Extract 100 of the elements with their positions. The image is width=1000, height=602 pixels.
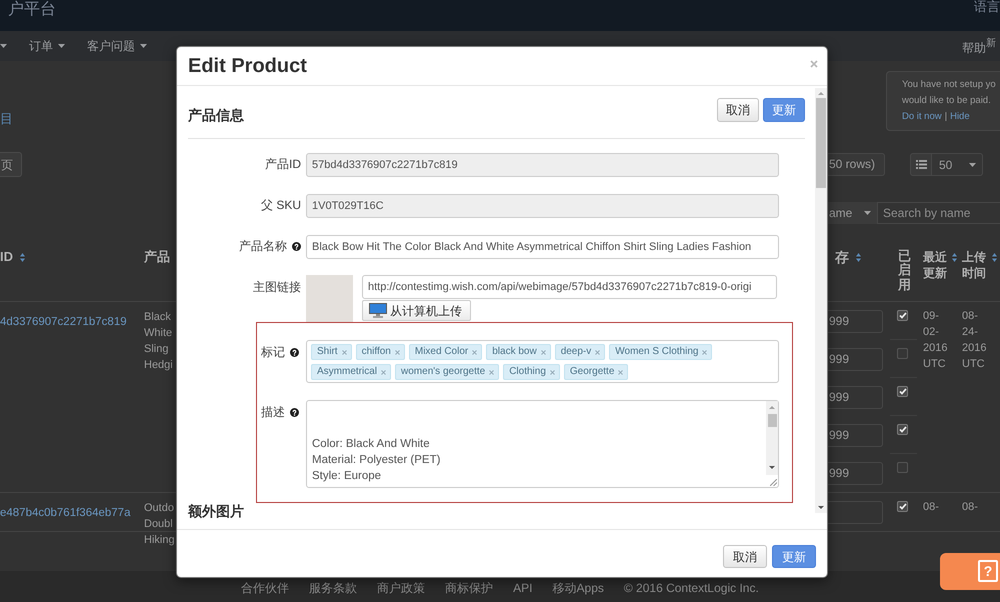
- scrollbar[interactable]: [766, 401, 778, 475]
- sort-icon[interactable]: [20, 253, 25, 262]
- sort-icon[interactable]: [856, 253, 861, 262]
- footer-link[interactable]: 移动Apps: [552, 581, 604, 595]
- update-button[interactable]: 更新: [772, 545, 816, 568]
- footer-link[interactable]: 合作伙伴: [241, 581, 290, 595]
- remove-icon[interactable]: [618, 370, 624, 374]
- inventory-input[interactable]: 999: [828, 386, 883, 408]
- sort-icon[interactable]: [992, 253, 997, 262]
- column-header: 存: [835, 249, 849, 265]
- date-text: 09- 02- 2016 UTC: [923, 309, 948, 372]
- remove-icon[interactable]: [381, 370, 386, 374]
- remove-icon[interactable]: [595, 350, 600, 354]
- list-view-button[interactable]: [910, 153, 932, 176]
- footer-link[interactable]: 商标保护: [445, 581, 494, 595]
- copyright-text: © 2016 ContextLogic Inc.: [624, 581, 759, 595]
- footer-link[interactable]: API: [513, 581, 533, 595]
- date-text: 08-: [962, 500, 979, 515]
- checkbox[interactable]: [897, 501, 908, 512]
- help-link[interactable]: 帮助: [962, 40, 986, 54]
- caret-icon[interactable]: [0, 44, 7, 48]
- tag-label: Clothing: [509, 366, 546, 378]
- remove-icon[interactable]: [394, 350, 400, 354]
- product-id-link[interactable]: 4d3376907c2271b7c819: [0, 316, 127, 328]
- checkbox[interactable]: [897, 386, 908, 397]
- resize-handle-icon[interactable]: [770, 479, 777, 486]
- monitor-icon: [369, 303, 387, 318]
- link-separator: |: [944, 110, 948, 124]
- date-text: 08-: [923, 500, 940, 515]
- close-button[interactable]: [810, 60, 818, 68]
- tag-label: Women S Clothing: [615, 346, 698, 358]
- brand-title[interactable]: 户平台: [8, 1, 56, 18]
- page-size-select[interactable]: 50: [932, 153, 983, 176]
- remove-icon[interactable]: [550, 370, 555, 374]
- field-label: 主图链接: [253, 280, 301, 294]
- column-header: 产品: [144, 249, 170, 265]
- notice-link[interactable]: Hide: [950, 109, 970, 125]
- scrollbar-thumb[interactable]: [816, 98, 826, 188]
- text-input[interactable]: Black Bow Hit The Color Black And White Asymmetrical Chiffon Shirt Sling Ladies Fashion: [306, 235, 779, 259]
- scroll-down-icon[interactable]: [769, 466, 775, 469]
- page-button[interactable]: 页: [0, 152, 22, 177]
- tag-label: Shirt: [317, 346, 338, 358]
- scrollbar-thumb[interactable]: [768, 414, 776, 427]
- cancel-button[interactable]: 取消: [717, 98, 759, 122]
- section-link[interactable]: 目: [0, 112, 13, 125]
- footer-link[interactable]: 服务条款: [309, 581, 358, 595]
- list-icon: [916, 160, 926, 169]
- field-label: 标记: [261, 345, 285, 359]
- language-label[interactable]: 语言: [974, 0, 1000, 14]
- scroll-up-icon[interactable]: [769, 406, 775, 409]
- search-field-select[interactable]: ame: [828, 202, 877, 224]
- nav-item[interactable]: 客户问题: [87, 39, 147, 53]
- remove-icon[interactable]: [702, 350, 708, 354]
- scroll-up-icon[interactable]: [818, 92, 824, 95]
- remove-icon[interactable]: [472, 350, 478, 354]
- sort-icon[interactable]: [952, 253, 957, 262]
- remove-icon[interactable]: [489, 370, 494, 374]
- tag-label: Mixed Color: [414, 346, 468, 358]
- field-label: 产品ID: [265, 157, 301, 171]
- column-header: 最近更新: [923, 249, 947, 281]
- caret-icon: [969, 162, 976, 166]
- checkbox[interactable]: [897, 424, 908, 435]
- checkbox[interactable]: [897, 348, 908, 359]
- product-name-text: Black White Sling Hedgi: [144, 310, 174, 373]
- column-header: ID: [0, 249, 13, 265]
- tags-field[interactable]: Shirt chiffon Mixed Color black bow deep-v Women S Clothing Asymmetrical women's georgette Clothing Georgette: [306, 340, 779, 383]
- remove-icon[interactable]: [342, 350, 347, 354]
- checkbox[interactable]: [897, 310, 908, 321]
- description-field[interactable]: Color: Black And White Material: Polyester (PET) Style: Europe: [306, 400, 779, 488]
- tag-label: Asymmetrical: [317, 366, 378, 378]
- checkbox[interactable]: [897, 462, 908, 473]
- update-button[interactable]: 更新: [763, 98, 805, 122]
- cancel-button[interactable]: 取消: [723, 545, 767, 568]
- checkmark-icon: [898, 388, 906, 395]
- row-count-label: 50 rows): [828, 153, 885, 176]
- notice-link[interactable]: Do it now: [902, 109, 942, 125]
- remove-icon[interactable]: [540, 350, 546, 354]
- inventory-input[interactable]: 999: [828, 424, 883, 446]
- scrollbar[interactable]: [815, 88, 827, 513]
- inventory-input[interactable]: 999: [828, 462, 883, 484]
- inventory-input[interactable]: 999: [828, 310, 883, 332]
- inventory-input[interactable]: 999: [828, 348, 883, 370]
- search-input[interactable]: Search by name: [877, 202, 1000, 224]
- footer-link[interactable]: 商户政策: [377, 581, 426, 595]
- checkmark-icon: [898, 426, 906, 433]
- tag-label: deep-v: [560, 346, 592, 358]
- url-input[interactable]: http://contestimg.wish.com/api/webimage/57bd4d3376907c2271b7c819-0-origi: [362, 275, 777, 299]
- notice-text: You have not setup yo would like to be paid.: [902, 78, 996, 108]
- feedback-button[interactable]: ?: [940, 553, 1000, 590]
- product-id-link[interactable]: e487b4c0b761f364eb77a: [0, 507, 130, 519]
- tag-label: black bow: [492, 346, 537, 358]
- upload-button[interactable]: 从计算机上传: [362, 300, 471, 321]
- field-label: 父 SKU: [260, 198, 301, 212]
- nav-item[interactable]: 订单: [29, 39, 65, 53]
- scroll-down-icon[interactable]: [818, 506, 824, 509]
- description-text: Color: Black And White Material: Polyester (PET) Style: Europe: [312, 437, 442, 484]
- inventory-input[interactable]: [828, 500, 883, 524]
- tag-label: Georgette: [570, 366, 614, 378]
- close-icon: [810, 60, 818, 68]
- tag-label: women's georgette: [401, 366, 486, 378]
